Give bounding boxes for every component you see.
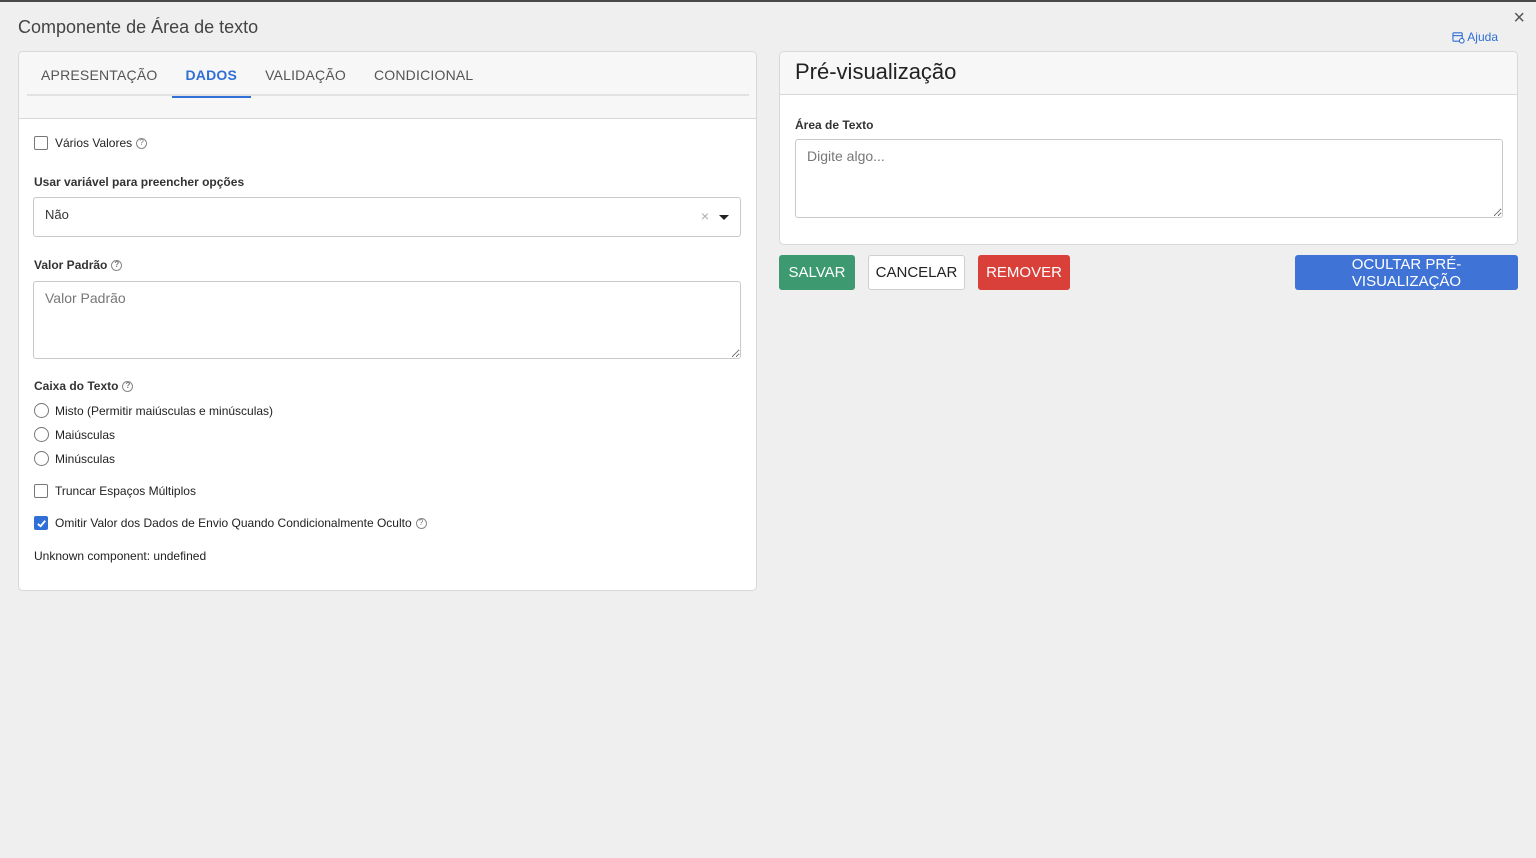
variable-options-value: Não [45,207,69,222]
hide-preview-button[interactable]: OCULTAR PRÉ-VISUALIZAÇÃO [1295,255,1518,290]
multiple-values-row: Vários Valores ? [34,136,148,150]
dialog-title: Componente de Área de texto [18,17,259,37]
remove-button[interactable]: REMOVER [978,255,1070,290]
default-value-textarea[interactable] [33,281,741,359]
preview-title: Pré-visualização [780,52,1517,95]
chevron-down-icon[interactable] [719,215,729,220]
clear-icon[interactable]: × [701,208,709,224]
window-top-border [0,0,1536,2]
help-link-label: Ajuda [1467,30,1498,44]
save-button[interactable]: SALVAR [779,255,855,290]
truncate-spaces-label: Truncar Espaços Múltiplos [55,484,196,498]
help-icon [1452,31,1465,44]
multiple-values-label: Vários Valores [55,136,133,150]
settings-panel: APRESENTAÇÃO DADOS VALIDAÇÃO CONDICIONAL… [18,51,757,591]
text-case-option-label: Minúsculas [55,451,116,466]
default-value-label: Valor Padrão [34,258,108,272]
radio-button[interactable] [34,451,49,466]
default-value-row: Valor Padrão ? [34,258,123,272]
variable-options-label: Usar variável para preencher opções [34,175,245,189]
tab-validacao[interactable]: VALIDAÇÃO [251,52,360,96]
text-case-option-label: Misto (Permitir maiúsculas e minúsculas) [55,403,274,418]
help-icon[interactable]: ? [415,517,427,529]
help-icon[interactable]: ? [111,259,123,271]
text-case-label: Caixa do Texto [34,379,119,393]
omit-value-row: Omitir Valor dos Dados de Envio Quando C… [34,516,427,530]
radio-button[interactable] [34,427,49,442]
omit-value-checkbox[interactable] [34,516,48,530]
truncate-spaces-row: Truncar Espaços Múltiplos [34,484,196,498]
tab-dados[interactable]: DADOS [171,52,252,98]
variable-options-select[interactable]: Não × [33,197,741,237]
tabs-header: APRESENTAÇÃO DADOS VALIDAÇÃO CONDICIONAL [19,52,756,119]
text-case-row: Caixa do Texto ? [34,379,134,393]
truncate-spaces-checkbox[interactable] [34,484,48,498]
check-icon [36,519,46,528]
help-icon[interactable]: ? [122,380,134,392]
text-case-option-label: Maiúsculas [55,427,116,442]
tab-condicional[interactable]: CONDICIONAL [360,52,487,96]
help-icon[interactable]: ? [136,137,148,149]
preview-panel: Pré-visualização Área de Texto [779,51,1518,245]
close-button[interactable]: × [1513,8,1525,28]
preview-textarea[interactable] [795,139,1503,218]
help-link[interactable]: Ajuda [1452,30,1498,44]
text-case-option-mixed[interactable]: Misto (Permitir maiúsculas e minúsculas) [34,403,273,418]
preview-field-label: Área de Texto [795,118,874,132]
omit-value-label: Omitir Valor dos Dados de Envio Quando C… [55,516,412,530]
tab-apresentacao[interactable]: APRESENTAÇÃO [27,52,172,96]
text-case-option-lower[interactable]: Minúsculas [34,451,115,466]
text-case-option-upper[interactable]: Maiúsculas [34,427,115,442]
tab-bar: APRESENTAÇÃO DADOS VALIDAÇÃO CONDICIONAL [27,52,749,98]
unknown-component-text: Unknown component: undefined [34,549,207,563]
radio-button[interactable] [34,403,49,418]
multiple-values-checkbox[interactable] [34,136,48,150]
cancel-button[interactable]: CANCELAR [868,255,965,290]
